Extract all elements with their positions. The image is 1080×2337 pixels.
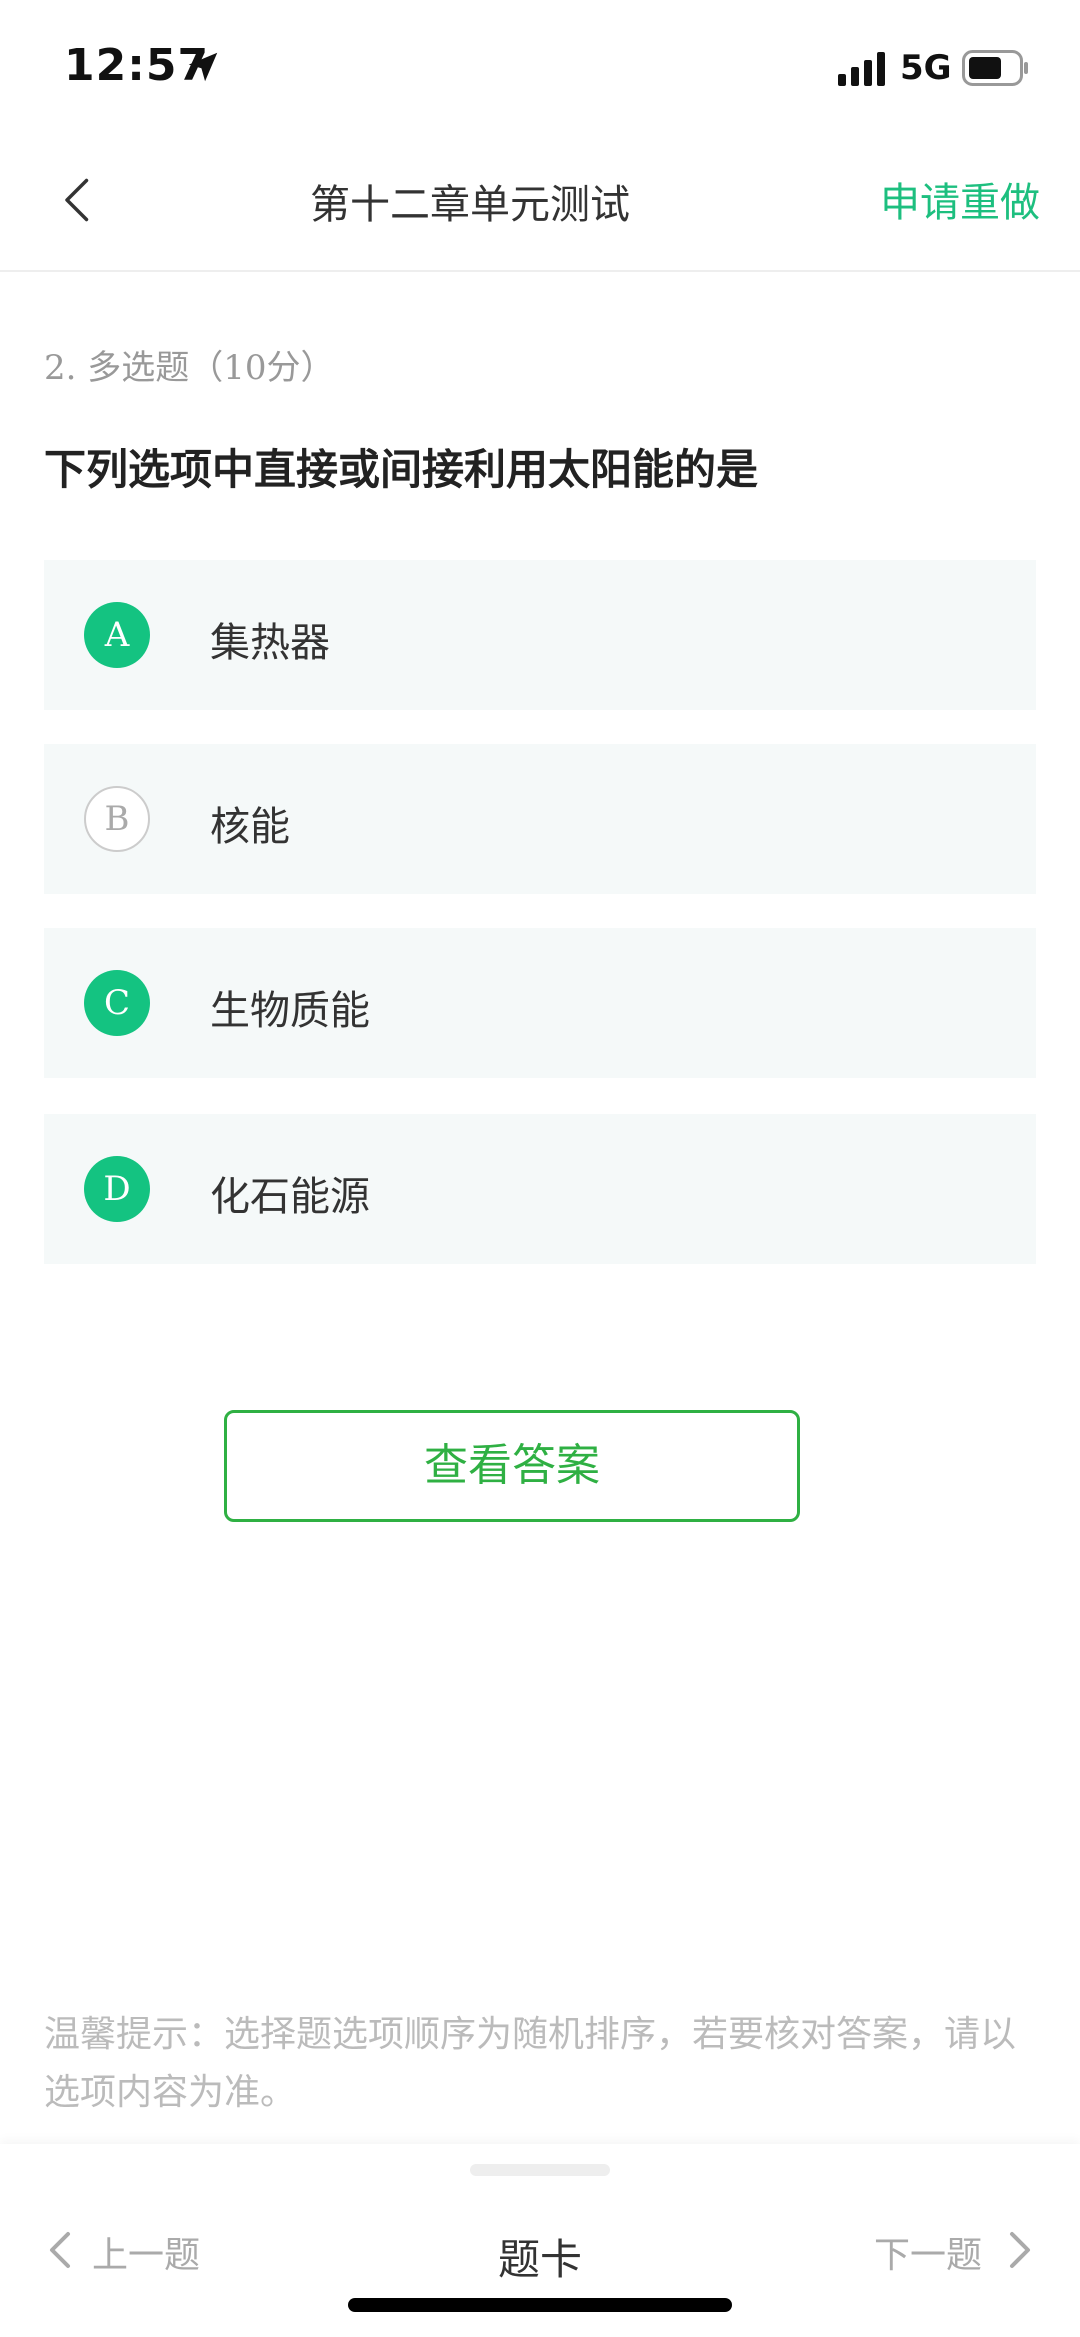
nav-bar: 第十二章单元测试 申请重做 — [0, 130, 1080, 272]
option-d[interactable]: D 化石能源 — [44, 1114, 1036, 1264]
next-question-label: 下一题 — [874, 2235, 983, 2276]
option-text: 核能 — [210, 804, 290, 850]
option-text: 集热器 — [210, 620, 330, 666]
option-badge-selected: D — [84, 1156, 150, 1222]
signal-icon — [838, 52, 885, 86]
drag-handle[interactable] — [470, 2164, 610, 2176]
page-title: 第十二章单元测试 — [310, 182, 630, 228]
question-card-button[interactable]: 题卡 — [440, 2226, 640, 2287]
view-answer-button[interactable]: 查看答案 — [224, 1410, 800, 1522]
tip-text: 温馨提示：选择题选项顺序为随机排序，若要核对答案，请以选项内容为准。 — [44, 2014, 1017, 2113]
option-a[interactable]: A 集热器 — [44, 560, 1036, 710]
battery-icon — [962, 50, 1028, 86]
prev-question-label: 上一题 — [92, 2235, 201, 2276]
chevron-left-icon — [50, 2232, 70, 2268]
home-indicator — [348, 2298, 732, 2312]
next-question-button[interactable]: 下一题 — [874, 2220, 1034, 2276]
option-b[interactable]: B 核能 — [44, 744, 1036, 894]
option-text: 化石能源 — [210, 1174, 370, 1220]
option-badge-unselected: B — [84, 786, 150, 852]
question-type-label: 2. 多选题（10分） — [44, 348, 335, 388]
status-bar: 12:57 5G — [0, 0, 1080, 130]
network-label: 5G — [900, 48, 952, 88]
option-text: 生物质能 — [210, 988, 370, 1034]
option-badge-selected: A — [84, 602, 150, 668]
question-stem: 下列选项中直接或间接利用太阳能的是 — [44, 445, 759, 494]
option-c[interactable]: C 生物质能 — [44, 928, 1036, 1078]
request-redo-button[interactable]: 申请重做 — [880, 170, 1040, 228]
option-badge-selected: C — [84, 970, 150, 1036]
chevron-right-icon — [1010, 2232, 1030, 2268]
location-arrow-icon — [188, 52, 218, 82]
